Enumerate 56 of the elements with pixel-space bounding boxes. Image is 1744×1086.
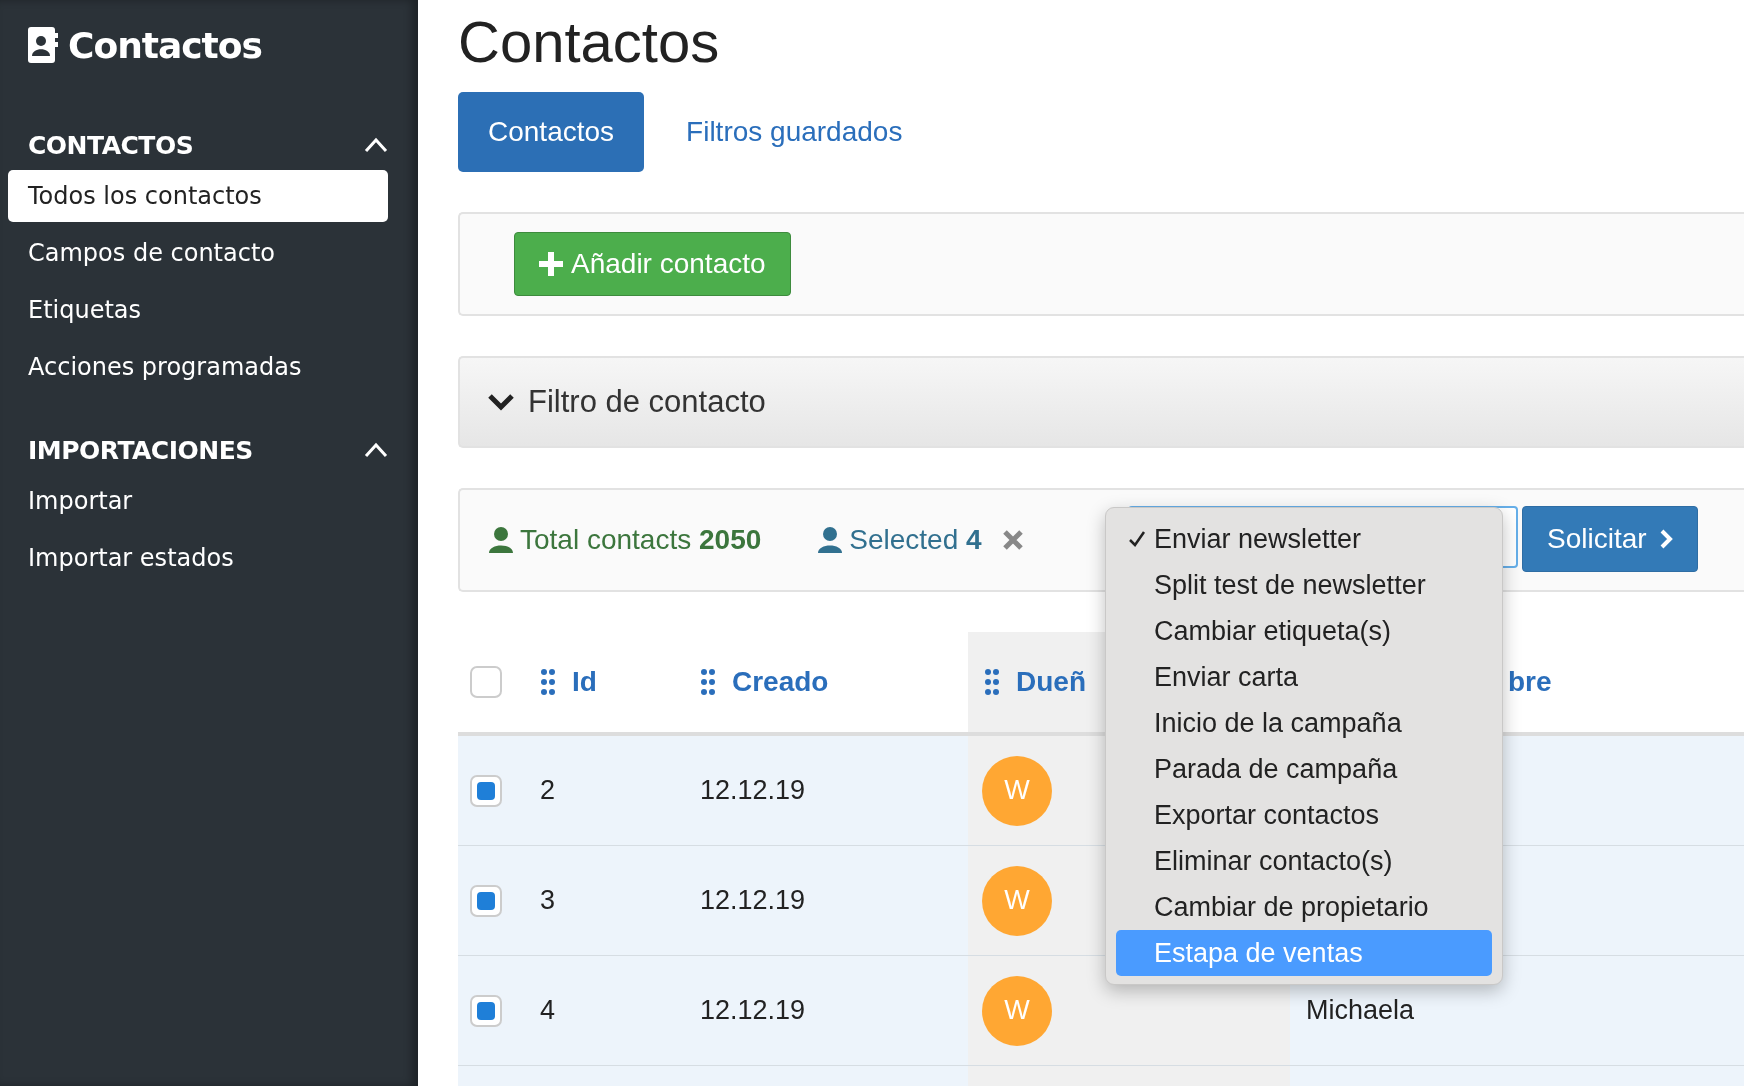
column-header[interactable]: Dueñ	[1016, 666, 1086, 698]
column-header[interactable]: Creado	[732, 666, 829, 698]
menu-item[interactable]: Enviar carta	[1116, 654, 1492, 700]
filter-panel[interactable]: Filtro de contacto	[458, 356, 1744, 448]
select-all-checkbox[interactable]	[470, 666, 502, 698]
chevron-up-icon[interactable]	[364, 137, 388, 153]
menu-item[interactable]: Split test de newsletter	[1116, 562, 1492, 608]
tab[interactable]: Filtros guardados	[656, 92, 933, 172]
owner-avatar: W	[982, 975, 1052, 1046]
table-cell: 12.12.19	[700, 775, 806, 806]
section-heading: IMPORTACIONES	[28, 435, 253, 465]
sidebar-item[interactable]: Etiquetas	[8, 284, 388, 336]
filter-title: Filtro de contacto	[528, 384, 766, 420]
sidebar-item[interactable]: Importar estados	[8, 532, 388, 584]
menu-item[interactable]: Cambiar etiqueta(s)	[1116, 608, 1492, 654]
owner-avatar: W	[982, 865, 1052, 936]
table-cell: 12.12.19	[700, 885, 806, 916]
chevron-right-icon	[1658, 528, 1673, 550]
page-title: Contactos	[458, 8, 721, 76]
sidebar-item[interactable]: Campos de contacto	[8, 227, 388, 279]
table-cell: 2	[540, 775, 556, 806]
tab[interactable]: Contactos	[458, 92, 645, 172]
column-header[interactable]: bre	[1508, 666, 1552, 698]
menu-item[interactable]: Inicio de la campaña	[1116, 700, 1492, 746]
menu-item[interactable]: Eliminar contacto(s)	[1116, 838, 1492, 884]
sidebar-item[interactable]: Todos los contactos	[8, 170, 388, 222]
chevron-up-icon[interactable]	[364, 442, 388, 458]
chevron-down-icon	[488, 393, 514, 411]
contact-card-icon	[28, 27, 58, 63]
person-icon	[488, 526, 514, 554]
table-cell: 4	[540, 995, 556, 1026]
sidebar-item[interactable]: Importar	[8, 475, 388, 527]
row-checkbox[interactable]	[470, 774, 502, 807]
table-cell: Michaela	[1306, 995, 1415, 1026]
drag-handle-icon[interactable]	[700, 668, 716, 696]
table-cell: 12.12.19	[700, 995, 806, 1026]
menu-item[interactable]: Enviar newsletter	[1116, 516, 1492, 562]
apply-button[interactable]: Solicitar	[1522, 506, 1698, 572]
drag-handle-icon[interactable]	[984, 668, 1000, 696]
section-heading: CONTACTOS	[28, 130, 194, 160]
app-title: Contactos	[68, 24, 262, 66]
person-icon	[817, 526, 844, 554]
table-cell: 3	[540, 885, 556, 916]
row-checkbox[interactable]	[470, 994, 502, 1027]
plus-icon	[539, 252, 563, 276]
drag-handle-icon[interactable]	[540, 668, 556, 696]
owner-avatar: W	[982, 755, 1052, 826]
menu-item[interactable]: Cambiar de propietario	[1116, 884, 1492, 930]
total-contacts: Total contacts 2050	[520, 524, 762, 556]
selected-count: Selected 4	[849, 524, 982, 556]
row-checkbox[interactable]	[470, 884, 502, 917]
column-header[interactable]: Id	[572, 666, 597, 698]
sidebar-item[interactable]: Acciones programadas	[8, 341, 388, 393]
menu-item[interactable]: Exportar contactos	[1116, 792, 1492, 838]
menu-item[interactable]: Parada de campaña	[1116, 746, 1492, 792]
clear-icon[interactable]	[1001, 529, 1024, 551]
